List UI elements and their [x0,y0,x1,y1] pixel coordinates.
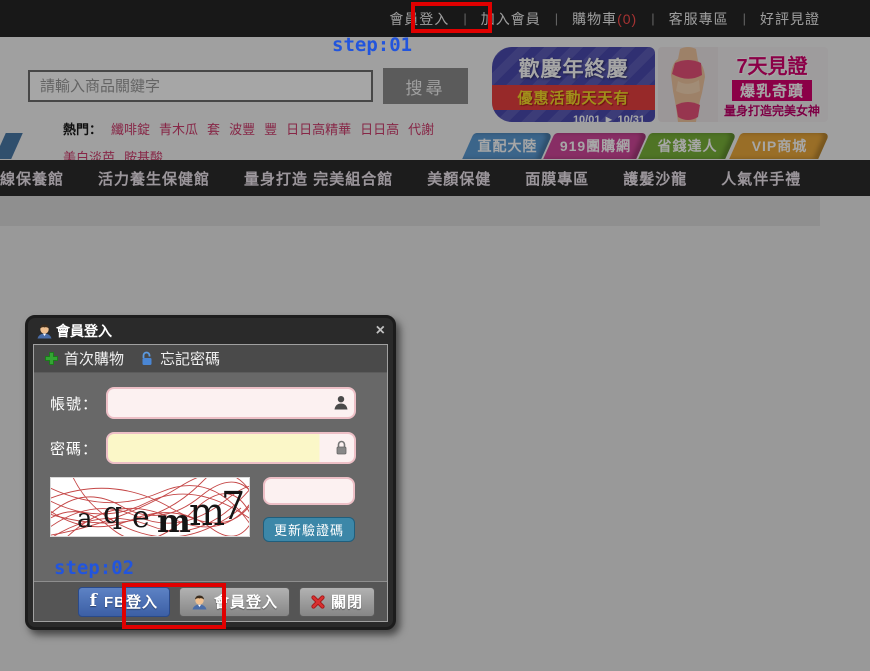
modal-content: 首次購物 忘記密碼 帳號： [33,344,388,622]
login-form: 帳號： 密碼： [34,373,387,542]
captcha-letter: 7 [221,484,245,528]
account-label: 帳號： [50,393,106,414]
forgot-password-label: 忘記密碼 [160,348,220,369]
captcha-row: a q e m m 7 更新驗證碼 [50,477,387,542]
captcha-letter: e [132,500,150,535]
modal-close-x-icon[interactable]: × [376,323,385,339]
red-x-icon [311,595,325,609]
person-field-icon [334,395,348,410]
fb-login-label: FB登入 [104,591,158,612]
password-label: 密碼： [50,438,106,459]
member-login-modal: 會員登入 × 首次購物 忘記密碼 帳號： [25,315,396,630]
captcha-image: a q e m m 7 [50,477,250,537]
close-modal-button[interactable]: 關閉 [299,587,375,617]
forgot-password-link[interactable]: 忘記密碼 [140,348,220,369]
captcha-letter: m [189,490,225,534]
fb-login-button[interactable]: f FB登入 [78,587,170,617]
captcha-input[interactable] [263,477,355,505]
facebook-icon: f [90,593,98,610]
modal-title: 會員登入 [56,321,112,341]
lock-field-icon [335,440,348,455]
account-input[interactable] [106,387,356,419]
member-login-label: 會員登入 [214,591,278,612]
first-purchase-link[interactable]: 首次購物 [44,348,124,369]
member-login-button[interactable]: 會員登入 [179,587,290,617]
refresh-captcha-button[interactable]: 更新驗證碼 [263,517,355,542]
modal-footer: f FB登入 會員登入 關閉 [34,581,387,621]
first-purchase-label: 首次購物 [64,348,124,369]
captcha-letter: a [77,504,93,534]
password-input[interactable] [106,432,356,464]
plus-icon [44,351,59,366]
modal-title-bar: 會員登入 × [28,318,393,344]
modal-links-row: 首次購物 忘記密碼 [34,345,387,373]
captcha-letter: q [103,496,122,531]
member-avatar-icon [36,323,53,339]
member-avatar-icon [191,594,208,610]
close-modal-label: 關閉 [331,591,363,612]
unlock-icon [140,351,155,366]
captcha-letter: m [157,502,191,537]
